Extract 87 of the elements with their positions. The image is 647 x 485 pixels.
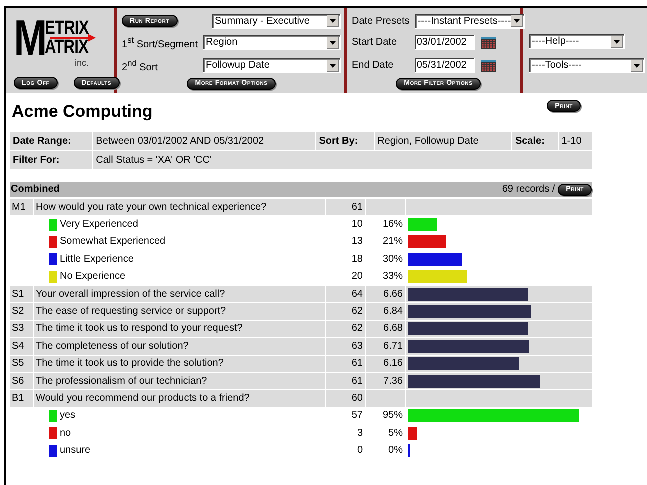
response-count: 20	[350, 270, 364, 284]
question-text: The professionalism of our technician?	[34, 372, 325, 390]
calendar-icon[interactable]	[480, 36, 496, 48]
answer-label: Little Experience	[60, 254, 134, 265]
question-code: B1	[10, 390, 33, 407]
caret-icon	[611, 36, 623, 48]
sort-label: 2$^{nd}$ Sort	[122, 58, 159, 74]
score-value: 6.66	[384, 288, 403, 300]
report-title: Acme Computing	[12, 102, 153, 122]
question-code: S5	[10, 356, 33, 372]
logo-text: ATRIX	[44, 38, 88, 57]
answer-label: Very Experienced	[60, 219, 138, 230]
response-count: 3	[356, 426, 364, 441]
question-text: The completeness of our solution?	[34, 338, 325, 355]
caret-icon	[631, 60, 643, 72]
answer-label: yes	[60, 410, 76, 422]
question-text: The time it took us to respond to your request?	[34, 320, 325, 338]
caret-icon	[326, 60, 339, 72]
percent-value: 95%	[382, 410, 403, 422]
calendar-icon[interactable]	[480, 60, 496, 72]
percent-value: 16%	[382, 219, 403, 230]
start-date-label: Start Date	[352, 37, 398, 48]
end-date-field[interactable]: 05/31/2002	[414, 58, 475, 73]
question-code: S3	[10, 320, 33, 338]
response-count: 18	[350, 252, 364, 267]
start-date-field[interactable]: 03/01/2002	[414, 35, 475, 50]
score-value: 6.84	[384, 306, 403, 318]
caret-icon	[326, 36, 339, 48]
question-text: How would you rate your own technical experience?	[34, 199, 325, 216]
percent-value: 33%	[382, 271, 403, 282]
record-count: 69 records /	[502, 184, 556, 195]
info-label: Scale:	[512, 132, 558, 150]
response-count: 62	[326, 303, 365, 320]
question-code: S1	[10, 286, 33, 302]
logo-letter: M	[14, 17, 45, 59]
response-count: 13	[350, 235, 364, 250]
percent-value: 21%	[382, 236, 403, 248]
date-presets-dropdown[interactable]: ----Instant Presets----	[414, 14, 525, 28]
response-count: 61	[326, 372, 365, 390]
response-count: 10	[350, 218, 364, 232]
answer-label: Somewhat Experienced	[60, 236, 166, 248]
logo-suffix: inc.	[75, 58, 90, 68]
section-title: Combined	[11, 184, 60, 195]
sort-dropdown[interactable]: Followup Date	[202, 58, 341, 73]
response-count: 57	[350, 409, 364, 424]
question-code: M1	[10, 199, 33, 216]
question-code: S4	[10, 338, 33, 355]
question-text: The time it took us to provide the solution?	[34, 356, 325, 372]
score-value: 6.16	[384, 358, 403, 370]
question-code: S6	[10, 372, 33, 390]
answer-label: No Experience	[60, 271, 126, 282]
caret-icon	[511, 15, 524, 27]
response-count: 61	[326, 199, 365, 216]
percent-value: 0%	[388, 445, 403, 456]
end-date-label: End Date	[352, 60, 395, 71]
info-label: Sort By:	[316, 132, 374, 150]
response-count: 61	[326, 356, 365, 372]
score-value: 6.71	[384, 340, 403, 352]
help-dropdown[interactable]: ----Help----	[529, 34, 625, 49]
question-code: S2	[10, 303, 33, 320]
response-count: 63	[326, 338, 365, 355]
response-count: 60	[326, 390, 365, 407]
response-count: 0	[356, 444, 364, 458]
question-text: Would you recommend our products to a friend?	[34, 390, 325, 407]
info-label: Date Range:	[10, 132, 92, 150]
sort-label: 1$^{st}$ Sort/Segment	[122, 34, 198, 50]
score-value: 7.36	[384, 376, 403, 387]
response-count: 64	[326, 286, 365, 302]
question-text: Your overall impression of the service call?	[34, 286, 325, 302]
info-label: Filter For:	[10, 151, 92, 169]
info-value: Call Status = 'XA' OR 'CC'	[93, 151, 592, 169]
date-presets-label: Date Presets	[352, 16, 410, 26]
logo-text: ETRIX	[44, 19, 88, 38]
info-value: Region, Followup Date	[374, 132, 512, 150]
answer-label: no	[60, 428, 72, 439]
caret-icon	[326, 15, 339, 27]
percent-value: 5%	[388, 428, 403, 439]
info-value: Between 03/01/2002 AND 05/31/2002	[93, 132, 316, 150]
report-type-dropdown[interactable]: Summary - Executive	[212, 14, 341, 28]
question-text: The ease of requesting service or support?	[34, 303, 325, 320]
tools-dropdown[interactable]: ----Tools----	[529, 58, 645, 73]
info-value: 1-10	[558, 132, 592, 150]
percent-value: 30%	[382, 254, 403, 265]
score-value: 6.68	[384, 323, 403, 334]
sort-dropdown[interactable]: Region	[202, 35, 341, 50]
answer-label: unsure	[60, 445, 91, 456]
response-count: 62	[326, 320, 365, 338]
